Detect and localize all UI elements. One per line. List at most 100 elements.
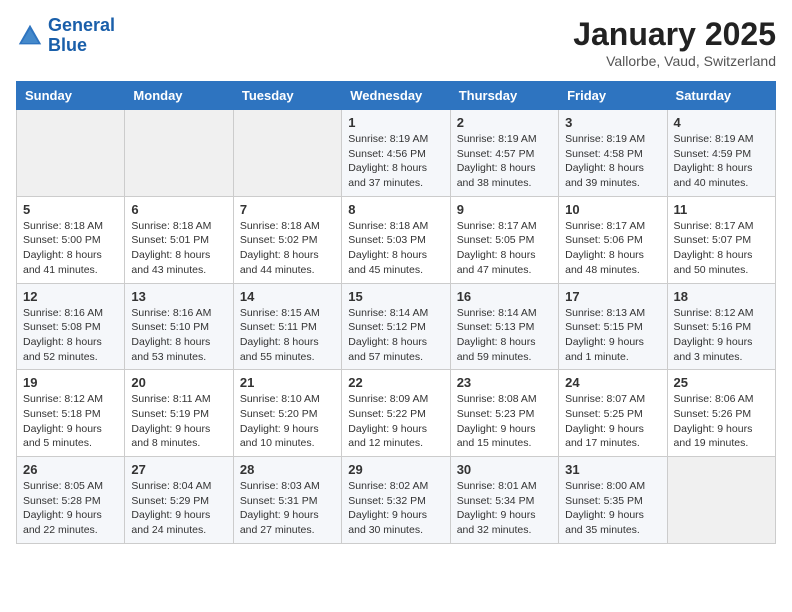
day-info-line: Sunrise: 8:19 AM (565, 132, 660, 147)
day-info-line: Daylight: 9 hours and 19 minutes. (674, 422, 769, 451)
day-info-line: Daylight: 9 hours and 35 minutes. (565, 508, 660, 537)
day-number: 21 (240, 375, 335, 390)
day-number: 4 (674, 115, 769, 130)
day-info-line: Daylight: 8 hours and 48 minutes. (565, 248, 660, 277)
day-info-line: Daylight: 9 hours and 12 minutes. (348, 422, 443, 451)
calendar-day-1: 1Sunrise: 8:19 AMSunset: 4:56 PMDaylight… (342, 110, 450, 197)
day-info-line: Sunset: 5:10 PM (131, 320, 226, 335)
day-info-line: Daylight: 8 hours and 57 minutes. (348, 335, 443, 364)
page-header: General Blue January 2025 Vallorbe, Vaud… (16, 16, 776, 69)
calendar-day-7: 7Sunrise: 8:18 AMSunset: 5:02 PMDaylight… (233, 196, 341, 283)
calendar-day-19: 19Sunrise: 8:12 AMSunset: 5:18 PMDayligh… (17, 370, 125, 457)
day-info-line: Sunrise: 8:19 AM (457, 132, 552, 147)
calendar-day-29: 29Sunrise: 8:02 AMSunset: 5:32 PMDayligh… (342, 457, 450, 544)
day-info-line: Daylight: 9 hours and 17 minutes. (565, 422, 660, 451)
calendar-day-9: 9Sunrise: 8:17 AMSunset: 5:05 PMDaylight… (450, 196, 558, 283)
day-number: 27 (131, 462, 226, 477)
calendar-day-27: 27Sunrise: 8:04 AMSunset: 5:29 PMDayligh… (125, 457, 233, 544)
logo: General Blue (16, 16, 115, 56)
weekday-header-monday: Monday (125, 82, 233, 110)
day-info-line: Sunrise: 8:02 AM (348, 479, 443, 494)
day-info-line: Daylight: 8 hours and 39 minutes. (565, 161, 660, 190)
calendar-day-11: 11Sunrise: 8:17 AMSunset: 5:07 PMDayligh… (667, 196, 775, 283)
day-info-line: Daylight: 9 hours and 5 minutes. (23, 422, 118, 451)
calendar-day-2: 2Sunrise: 8:19 AMSunset: 4:57 PMDaylight… (450, 110, 558, 197)
day-info-line: Daylight: 9 hours and 1 minute. (565, 335, 660, 364)
day-info-line: Sunrise: 8:12 AM (674, 306, 769, 321)
day-info-line: Sunset: 4:56 PM (348, 147, 443, 162)
day-info-line: Sunrise: 8:17 AM (674, 219, 769, 234)
day-info-line: Sunrise: 8:09 AM (348, 392, 443, 407)
day-info-line: Sunrise: 8:08 AM (457, 392, 552, 407)
weekday-header-thursday: Thursday (450, 82, 558, 110)
day-number: 18 (674, 289, 769, 304)
calendar-day-25: 25 Sunrise: 8:06 AMSunset: 5:26 PMDayligh… (667, 370, 775, 457)
logo-icon (16, 22, 44, 50)
day-info-line: Daylight: 8 hours and 41 minutes. (23, 248, 118, 277)
empty-day (125, 110, 233, 197)
day-info-line: Sunrise: 8:05 AM (23, 479, 118, 494)
day-info-line: Daylight: 9 hours and 24 minutes. (131, 508, 226, 537)
calendar-day-22: 22Sunrise: 8:09 AMSunset: 5:22 PMDayligh… (342, 370, 450, 457)
calendar-day-17: 17 Sunrise: 8:13 AMSunset: 5:15 PMDayligh… (559, 283, 667, 370)
calendar-day-23: 23Sunrise: 8:08 AMSunset: 5:23 PMDayligh… (450, 370, 558, 457)
day-info-line: Daylight: 9 hours and 22 minutes. (23, 508, 118, 537)
day-info-line: Sunset: 5:31 PM (240, 494, 335, 509)
day-number: 23 (457, 375, 552, 390)
calendar-day-24: 24Sunrise: 8:07 AMSunset: 5:25 PMDayligh… (559, 370, 667, 457)
day-info-line: Daylight: 8 hours and 40 minutes. (674, 161, 769, 190)
day-info-line: Sunset: 4:57 PM (457, 147, 552, 162)
day-info-line: Daylight: 8 hours and 55 minutes. (240, 335, 335, 364)
day-info-line: Sunset: 4:58 PM (565, 147, 660, 162)
calendar-day-14: 14Sunrise: 8:15 AMSunset: 5:11 PMDayligh… (233, 283, 341, 370)
day-info-line: Sunrise: 8:10 AM (240, 392, 335, 407)
day-info-line: Sunset: 5:03 PM (348, 233, 443, 248)
day-number: 5 (23, 202, 118, 217)
day-number: 29 (348, 462, 443, 477)
day-number: 17 (565, 289, 660, 304)
day-info-line: Daylight: 8 hours and 47 minutes. (457, 248, 552, 277)
empty-day (17, 110, 125, 197)
day-info-line: Daylight: 8 hours and 44 minutes. (240, 248, 335, 277)
day-number: 26 (23, 462, 118, 477)
day-info-line: Daylight: 8 hours and 59 minutes. (457, 335, 552, 364)
title-block: January 2025 Vallorbe, Vaud, Switzerland (573, 16, 776, 69)
day-info-line: Sunrise: 8:16 AM (23, 306, 118, 321)
day-info-line: Sunrise: 8:18 AM (240, 219, 335, 234)
day-info-line: Sunset: 5:15 PM (565, 320, 660, 335)
day-info-line: Sunrise: 8:13 AM (565, 306, 660, 321)
day-info-line: Daylight: 8 hours and 43 minutes. (131, 248, 226, 277)
weekday-header-sunday: Sunday (17, 82, 125, 110)
day-info-line: Sunset: 5:28 PM (23, 494, 118, 509)
day-info-line: Daylight: 9 hours and 27 minutes. (240, 508, 335, 537)
day-number: 11 (674, 202, 769, 217)
day-info-line: Sunrise: 8:18 AM (348, 219, 443, 234)
day-info-line: Sunrise: 8:17 AM (457, 219, 552, 234)
day-info-line: Daylight: 8 hours and 37 minutes. (348, 161, 443, 190)
day-info-line: Daylight: 9 hours and 15 minutes. (457, 422, 552, 451)
calendar-day-26: 26 Sunrise: 8:05 AMSunset: 5:28 PMDayligh… (17, 457, 125, 544)
day-info-line: Sunrise: 8:07 AM (565, 392, 660, 407)
day-number: 14 (240, 289, 335, 304)
day-info-line: Sunset: 5:26 PM (674, 407, 769, 422)
day-info-line: Daylight: 8 hours and 53 minutes. (131, 335, 226, 364)
day-number: 20 (131, 375, 226, 390)
day-info-line: Daylight: 9 hours and 32 minutes. (457, 508, 552, 537)
calendar-table: SundayMondayTuesdayWednesdayThursdayFrid… (16, 81, 776, 544)
empty-day (233, 110, 341, 197)
day-info-line: Sunrise: 8:12 AM (23, 392, 118, 407)
day-info-line: Sunset: 5:11 PM (240, 320, 335, 335)
day-info-line: Sunrise: 8:06 AM (674, 392, 769, 407)
day-number: 25 (674, 375, 769, 390)
day-info-line: Sunset: 5:34 PM (457, 494, 552, 509)
weekday-header-row: SundayMondayTuesdayWednesdayThursdayFrid… (17, 82, 776, 110)
day-number: 12 (23, 289, 118, 304)
calendar-day-3: 3 Sunrise: 8:19 AMSunset: 4:58 PMDaylight… (559, 110, 667, 197)
day-number: 3 (565, 115, 660, 130)
day-info-line: Sunrise: 8:17 AM (565, 219, 660, 234)
day-info-line: Sunrise: 8:04 AM (131, 479, 226, 494)
day-info-line: Sunset: 5:19 PM (131, 407, 226, 422)
day-info-line: Sunset: 5:05 PM (457, 233, 552, 248)
calendar-day-30: 30Sunrise: 8:01 AMSunset: 5:34 PMDayligh… (450, 457, 558, 544)
weekday-header-saturday: Saturday (667, 82, 775, 110)
